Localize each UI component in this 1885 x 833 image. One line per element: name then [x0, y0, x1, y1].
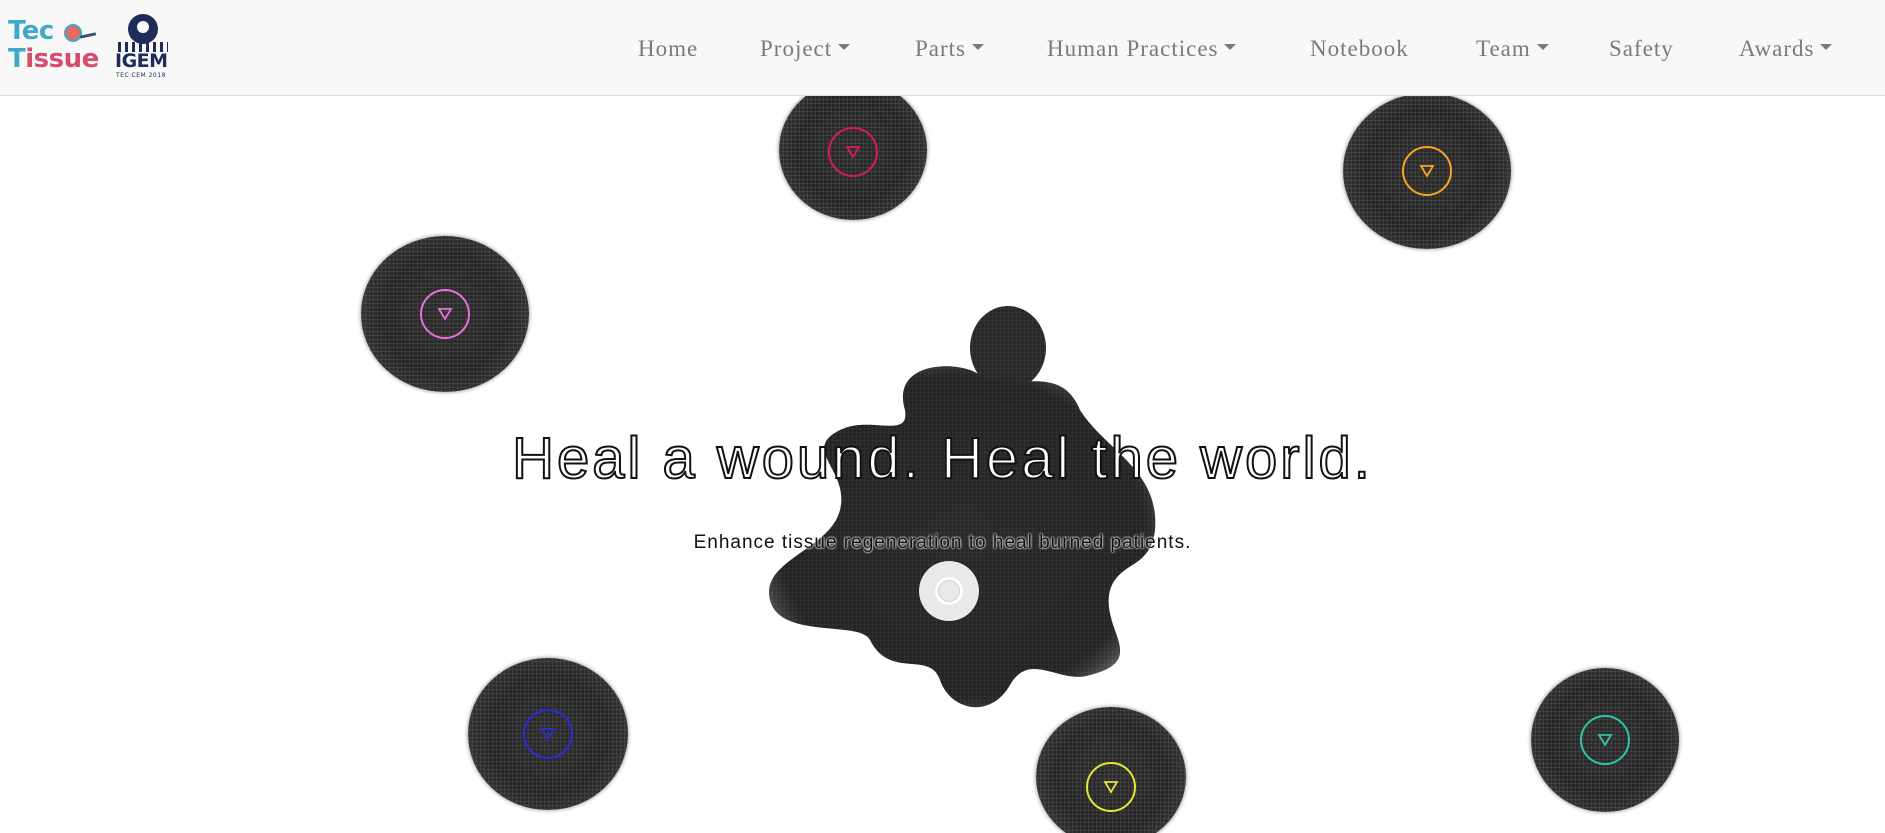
sphere-ring — [1402, 146, 1452, 196]
center-circle-button[interactable] — [919, 561, 979, 621]
sphere-ring — [1580, 715, 1630, 765]
caret-down-icon — [1820, 43, 1833, 50]
nav-item-parts[interactable]: Parts — [915, 36, 984, 62]
triangle-down-icon — [1597, 734, 1613, 747]
nav-label-home: Home — [638, 36, 699, 61]
sphere-ring — [1086, 762, 1136, 812]
sphere-blue[interactable] — [468, 658, 628, 810]
tissue-blob-graphic — [769, 306, 1156, 708]
caret-down-icon — [838, 43, 851, 50]
triangle-down-icon — [1419, 165, 1435, 178]
sphere-ring — [420, 289, 470, 339]
nav-label-human-practices: Human Practices — [1047, 36, 1219, 61]
nav-item-project[interactable]: Project — [760, 36, 851, 62]
nav-item-safety[interactable]: Safety — [1609, 36, 1674, 62]
nav-label-team: Team — [1476, 36, 1531, 61]
nav-item-human-practices[interactable]: Human Practices — [1047, 36, 1237, 62]
caret-down-icon — [972, 43, 984, 50]
nav-label-parts: Parts — [915, 36, 966, 61]
nav-item-team[interactable]: Team — [1476, 36, 1549, 62]
triangle-down-icon — [1103, 781, 1119, 794]
triangle-down-icon — [437, 308, 453, 321]
nav-label-safety: Safety — [1609, 36, 1674, 61]
page: Tec Tissue IGEM TEC CEM 2018 Home Projec… — [0, 0, 1885, 833]
triangle-down-icon — [845, 146, 861, 159]
sphere-yellow[interactable] — [1036, 707, 1186, 833]
sphere-orange[interactable] — [1343, 93, 1511, 249]
triangle-down-icon — [540, 728, 556, 741]
caret-down-icon — [1224, 43, 1237, 50]
navbar: Tec Tissue IGEM TEC CEM 2018 Home Projec… — [0, 0, 1885, 96]
nav-label-awards: Awards — [1739, 36, 1815, 61]
hero-subtitle-text: Enhance tissue regeneration to heal burn… — [693, 532, 1192, 553]
hero-subtitle: Enhance tissue regeneration to heal burn… — [0, 532, 1885, 554]
nav-label-notebook: Notebook — [1310, 36, 1409, 61]
caret-down-icon — [1536, 43, 1549, 50]
sphere-ring — [523, 709, 573, 759]
sphere-pink[interactable] — [361, 236, 529, 392]
nav-label-project: Project — [760, 36, 833, 61]
circle-button-icon — [935, 577, 963, 605]
nav-menu: Home Project Parts Human Practices Noteb… — [0, 0, 1885, 96]
nav-item-home[interactable]: Home — [638, 36, 698, 62]
nav-item-awards[interactable]: Awards — [1739, 36, 1833, 62]
nav-item-notebook[interactable]: Notebook — [1310, 36, 1409, 62]
sphere-ring — [828, 127, 878, 177]
sphere-teal[interactable] — [1531, 668, 1679, 812]
hero-title: Heal a wound. Heal the world. — [511, 425, 1373, 492]
sphere-crimson[interactable] — [779, 80, 927, 220]
